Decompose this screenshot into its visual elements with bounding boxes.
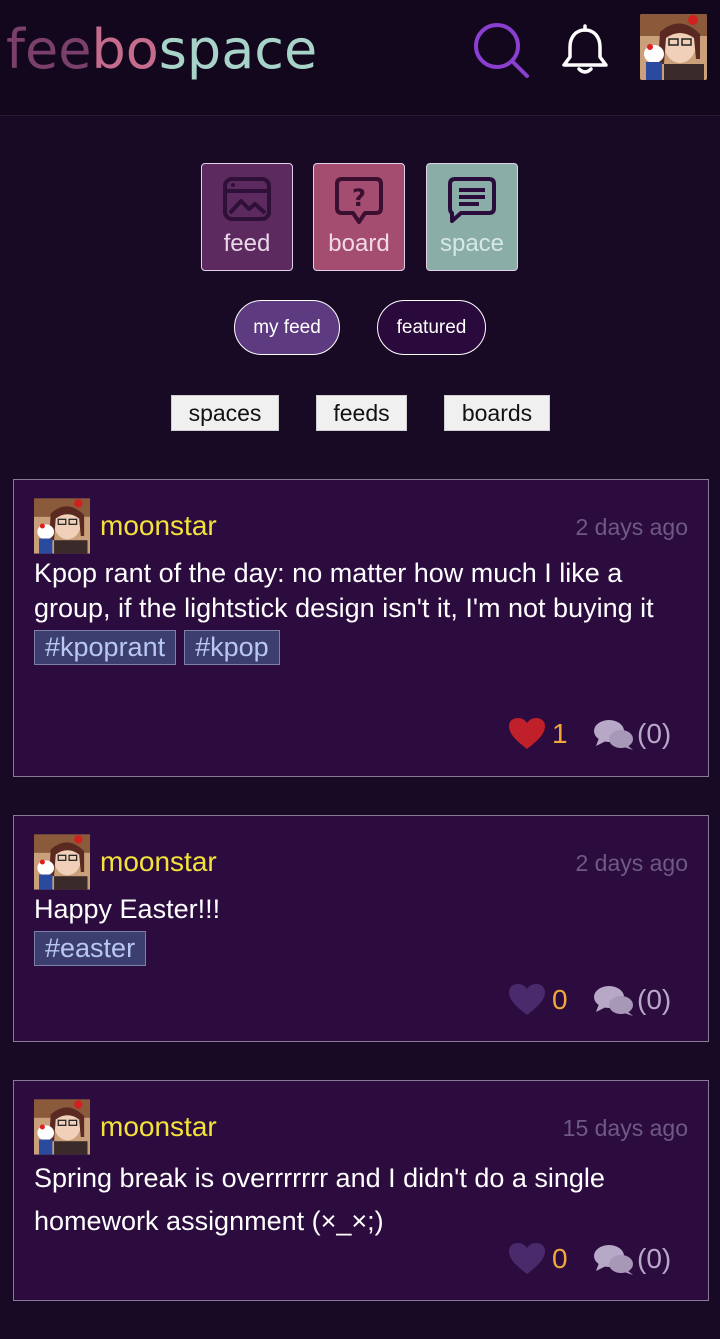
heart-icon[interactable] (508, 1242, 546, 1276)
like-count: 0 (552, 1243, 568, 1274)
tab-boards[interactable]: boards (444, 395, 550, 431)
category-feed-label: feed (223, 230, 271, 257)
post-timestamp: 15 days ago (562, 1115, 688, 1141)
post-text: Happy Easter!!! (34, 894, 221, 924)
post-tag[interactable]: #kpop (184, 630, 280, 665)
my-feed-pill[interactable]: my feed (234, 300, 340, 355)
profile-avatar[interactable] (640, 14, 707, 80)
category-feed-button[interactable]: feed (201, 163, 293, 271)
app-header: feebospace (0, 0, 720, 116)
search-icon[interactable] (470, 20, 530, 80)
post-timestamp: 2 days ago (575, 514, 688, 540)
svg-text:?: ? (352, 184, 366, 212)
question-bubble-icon: ? (335, 177, 383, 224)
post-text: Kpop rant of the day: no matter how much… (34, 558, 654, 623)
post-tag[interactable]: #kpoprant (34, 630, 177, 665)
post-avatar[interactable] (34, 1099, 90, 1155)
post-card[interactable]: moonstar 2 days ago Kpop rant of the day… (13, 479, 709, 777)
post-username[interactable]: moonstar (100, 510, 217, 542)
comment-icon[interactable] (593, 718, 635, 752)
image-icon (223, 177, 271, 221)
logo-part-1: fee (6, 18, 92, 81)
comment-icon[interactable] (593, 1243, 635, 1277)
post-tag[interactable]: #easter (34, 931, 147, 966)
category-board-label: board (328, 230, 390, 257)
heart-icon[interactable] (508, 983, 546, 1017)
chat-icon (448, 177, 496, 223)
bell-icon[interactable] (556, 24, 616, 84)
post-avatar[interactable] (34, 834, 90, 890)
app-logo[interactable]: feebospace (6, 18, 317, 82)
tab-spaces[interactable]: spaces (171, 395, 279, 431)
comment-icon[interactable] (593, 984, 635, 1018)
comment-count: (0) (637, 984, 672, 1015)
post-avatar[interactable] (34, 498, 90, 554)
logo-part-2: bo (91, 18, 159, 81)
like-count: 1 (552, 718, 568, 749)
featured-pill[interactable]: featured (377, 300, 486, 355)
post-card[interactable]: moonstar 15 days ago Spring break is ove… (13, 1080, 709, 1301)
category-space-label: space (439, 230, 505, 257)
post-username[interactable]: moonstar (100, 846, 217, 878)
category-board-button[interactable]: ? board (313, 163, 405, 271)
tab-feeds[interactable]: feeds (316, 395, 407, 431)
category-space-button[interactable]: space (426, 163, 518, 271)
post-card[interactable]: moonstar 2 days ago Happy Easter!!! #eas… (13, 815, 709, 1042)
post-username[interactable]: moonstar (100, 1111, 217, 1143)
heart-icon[interactable] (508, 717, 546, 751)
post-timestamp: 2 days ago (575, 850, 688, 876)
comment-count: (0) (637, 718, 672, 749)
like-count: 0 (552, 984, 568, 1015)
post-text: Spring break is overrrrrrr and I didn't … (34, 1163, 605, 1236)
comment-count: (0) (637, 1243, 672, 1274)
logo-part-3: space (158, 18, 318, 81)
